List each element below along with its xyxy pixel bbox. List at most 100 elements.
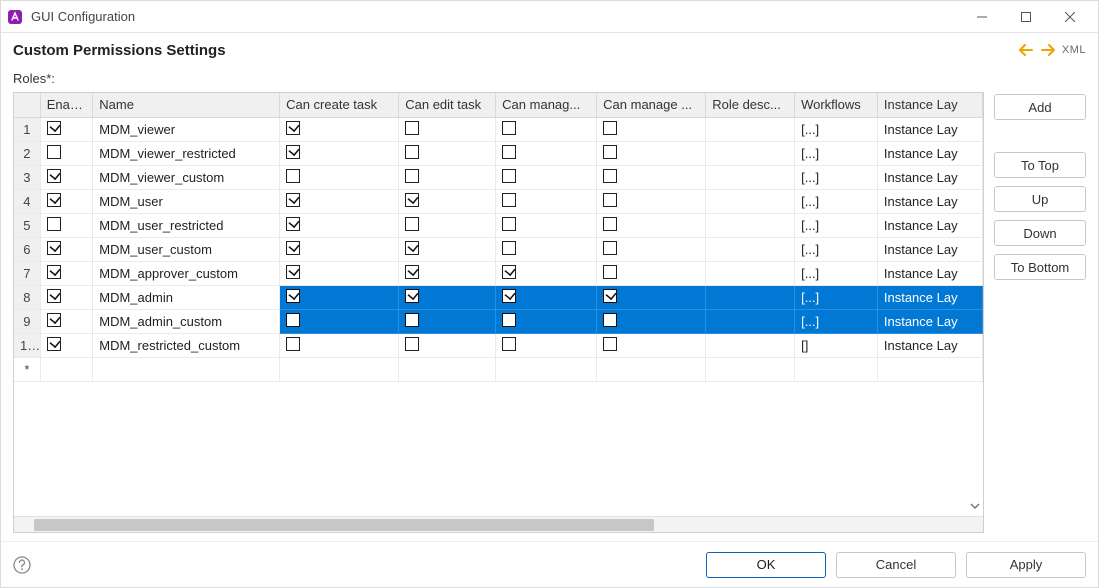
- row-index[interactable]: 2: [14, 141, 40, 165]
- checkbox-icon[interactable]: [502, 217, 516, 231]
- cell-workflows[interactable]: [...]: [795, 261, 878, 285]
- checkbox-icon[interactable]: [47, 241, 61, 255]
- checkbox-icon[interactable]: [502, 241, 516, 255]
- cell-workflows[interactable]: []: [795, 333, 878, 357]
- add-button[interactable]: Add: [994, 94, 1086, 120]
- cell-instance[interactable]: Instance Lay: [877, 285, 982, 309]
- cell-role-desc[interactable]: [706, 117, 795, 141]
- cancel-button[interactable]: Cancel: [836, 552, 956, 578]
- help-icon[interactable]: [13, 556, 31, 574]
- cell-empty[interactable]: [496, 357, 597, 381]
- checkbox-icon[interactable]: [405, 337, 419, 351]
- cell-empty[interactable]: [93, 357, 280, 381]
- cell-can-manag[interactable]: [496, 189, 597, 213]
- cell-empty[interactable]: [40, 357, 93, 381]
- cell-enable[interactable]: [40, 117, 93, 141]
- cell-workflows[interactable]: [...]: [795, 141, 878, 165]
- cell-name[interactable]: MDM_admin_custom: [93, 309, 280, 333]
- cell-name[interactable]: MDM_user_custom: [93, 237, 280, 261]
- col-instance[interactable]: Instance Lay: [877, 93, 982, 117]
- checkbox-icon[interactable]: [286, 289, 300, 303]
- checkbox-icon[interactable]: [47, 313, 61, 327]
- checkbox-icon[interactable]: [286, 241, 300, 255]
- cell-instance[interactable]: Instance Lay: [877, 117, 982, 141]
- xml-link[interactable]: XML: [1062, 44, 1086, 56]
- cell-enable[interactable]: [40, 333, 93, 357]
- col-can-edit[interactable]: Can edit task: [399, 93, 496, 117]
- cell-role-desc[interactable]: [706, 165, 795, 189]
- row-index[interactable]: 5: [14, 213, 40, 237]
- cell-can-manag[interactable]: [496, 141, 597, 165]
- checkbox-icon[interactable]: [286, 313, 300, 327]
- cell-can-create[interactable]: [280, 189, 399, 213]
- close-button[interactable]: [1048, 1, 1092, 33]
- cell-role-desc[interactable]: [706, 213, 795, 237]
- cell-can-manage[interactable]: [597, 165, 706, 189]
- cell-name[interactable]: MDM_viewer_restricted: [93, 141, 280, 165]
- cell-can-edit[interactable]: [399, 237, 496, 261]
- checkbox-icon[interactable]: [286, 265, 300, 279]
- checkbox-icon[interactable]: [47, 289, 61, 303]
- cell-can-manag[interactable]: [496, 117, 597, 141]
- to-top-button[interactable]: To Top: [994, 152, 1086, 178]
- cell-can-create[interactable]: [280, 213, 399, 237]
- col-can-create[interactable]: Can create task: [280, 93, 399, 117]
- cell-can-manage[interactable]: [597, 213, 706, 237]
- checkbox-icon[interactable]: [286, 169, 300, 183]
- checkbox-icon[interactable]: [603, 217, 617, 231]
- cell-can-edit[interactable]: [399, 285, 496, 309]
- cell-name[interactable]: MDM_viewer: [93, 117, 280, 141]
- table-row-new[interactable]: *: [14, 357, 983, 381]
- horizontal-scrollbar[interactable]: [14, 516, 983, 532]
- checkbox-icon[interactable]: [405, 265, 419, 279]
- cell-can-edit[interactable]: [399, 117, 496, 141]
- cell-enable[interactable]: [40, 141, 93, 165]
- cell-empty[interactable]: [280, 357, 399, 381]
- cell-instance[interactable]: Instance Lay: [877, 141, 982, 165]
- cell-name[interactable]: MDM_viewer_custom: [93, 165, 280, 189]
- cell-instance[interactable]: Instance Lay: [877, 237, 982, 261]
- cell-empty[interactable]: [706, 357, 795, 381]
- col-enable[interactable]: Enable: [40, 93, 93, 117]
- table-row[interactable]: 1MDM_viewer[...]Instance Lay: [14, 117, 983, 141]
- checkbox-icon[interactable]: [405, 289, 419, 303]
- cell-enable[interactable]: [40, 237, 93, 261]
- cell-empty[interactable]: [399, 357, 496, 381]
- row-index[interactable]: 1: [14, 117, 40, 141]
- scroll-down-icon[interactable]: [969, 500, 981, 512]
- cell-role-desc[interactable]: [706, 141, 795, 165]
- checkbox-icon[interactable]: [603, 121, 617, 135]
- minimize-button[interactable]: [960, 1, 1004, 33]
- cell-can-manag[interactable]: [496, 213, 597, 237]
- checkbox-icon[interactable]: [502, 289, 516, 303]
- table-row[interactable]: 2 MDM_viewer_restricted [...]Instance Lay: [14, 141, 983, 165]
- cell-instance[interactable]: Instance Lay: [877, 213, 982, 237]
- cell-empty[interactable]: [877, 357, 982, 381]
- table-row[interactable]: 8MDM_admin[...]Instance Lay: [14, 285, 983, 309]
- cell-can-manage[interactable]: [597, 189, 706, 213]
- col-index[interactable]: [14, 93, 40, 117]
- table-row[interactable]: 10MDM_restricted_custom[]Instance Lay: [14, 333, 983, 357]
- checkbox-icon[interactable]: [47, 145, 61, 159]
- row-index[interactable]: 4: [14, 189, 40, 213]
- checkbox-icon[interactable]: [603, 193, 617, 207]
- col-workflows[interactable]: Workflows: [795, 93, 878, 117]
- cell-can-manage[interactable]: [597, 141, 706, 165]
- checkbox-icon[interactable]: [47, 337, 61, 351]
- checkbox-icon[interactable]: [405, 241, 419, 255]
- cell-instance[interactable]: Instance Lay: [877, 165, 982, 189]
- cell-can-create[interactable]: [280, 117, 399, 141]
- row-index-new[interactable]: *: [14, 357, 40, 381]
- checkbox-icon[interactable]: [405, 145, 419, 159]
- cell-name[interactable]: MDM_restricted_custom: [93, 333, 280, 357]
- ok-button[interactable]: OK: [706, 552, 826, 578]
- cell-can-manag[interactable]: [496, 333, 597, 357]
- forward-arrow-icon[interactable]: [1040, 42, 1056, 58]
- cell-can-edit[interactable]: [399, 213, 496, 237]
- cell-name[interactable]: MDM_user: [93, 189, 280, 213]
- checkbox-icon[interactable]: [47, 217, 61, 231]
- cell-can-manage[interactable]: [597, 333, 706, 357]
- cell-instance[interactable]: Instance Lay: [877, 189, 982, 213]
- checkbox-icon[interactable]: [502, 169, 516, 183]
- cell-empty[interactable]: [795, 357, 878, 381]
